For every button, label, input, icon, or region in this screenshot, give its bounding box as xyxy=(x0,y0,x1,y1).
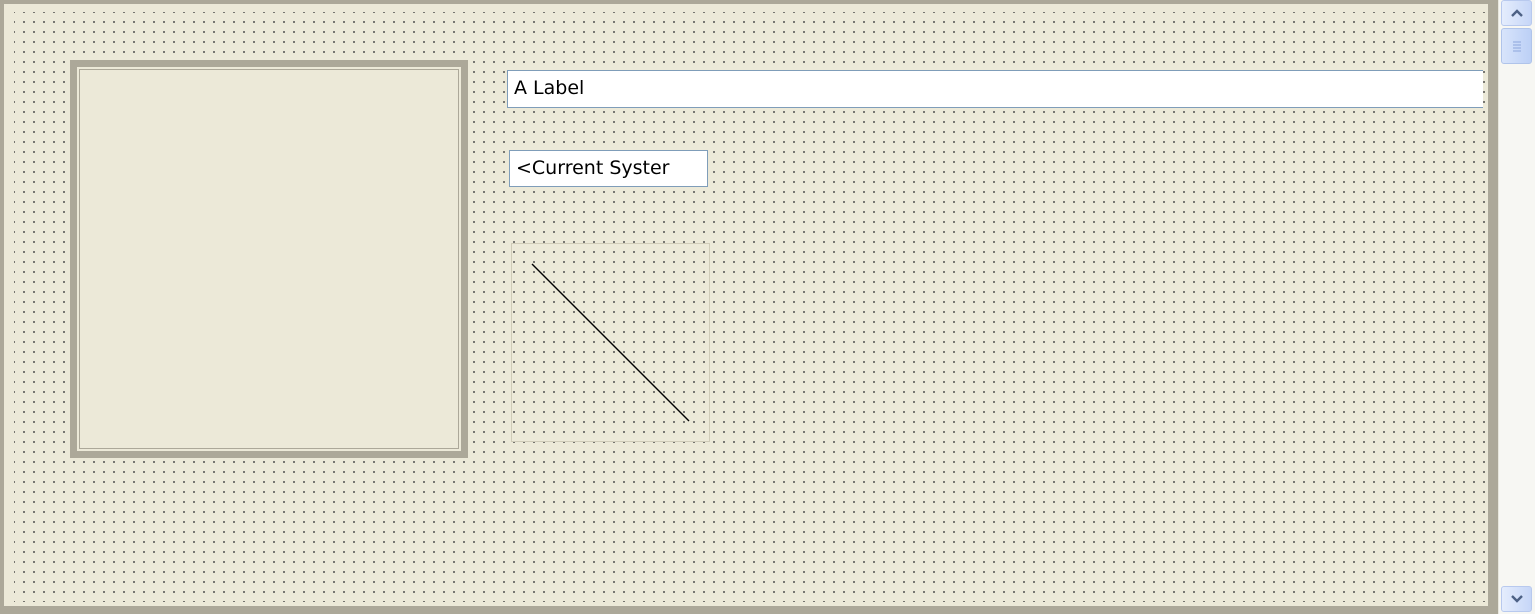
line-shape xyxy=(531,263,690,422)
label-control[interactable]: A Label xyxy=(507,70,1483,108)
scroll-down-button[interactable] xyxy=(1501,586,1532,612)
vertical-scrollbar[interactable] xyxy=(1498,0,1535,614)
scroll-up-button[interactable] xyxy=(1501,0,1532,26)
line-control[interactable] xyxy=(511,243,710,442)
chevron-up-icon xyxy=(1510,9,1523,17)
frame-inner-border xyxy=(79,69,459,449)
chevron-down-icon xyxy=(1510,595,1523,603)
frame-control[interactable] xyxy=(70,60,468,458)
grip-icon xyxy=(1512,41,1521,52)
current-system-control[interactable]: <Current Syster xyxy=(509,150,708,187)
scroll-thumb[interactable] xyxy=(1501,28,1532,64)
